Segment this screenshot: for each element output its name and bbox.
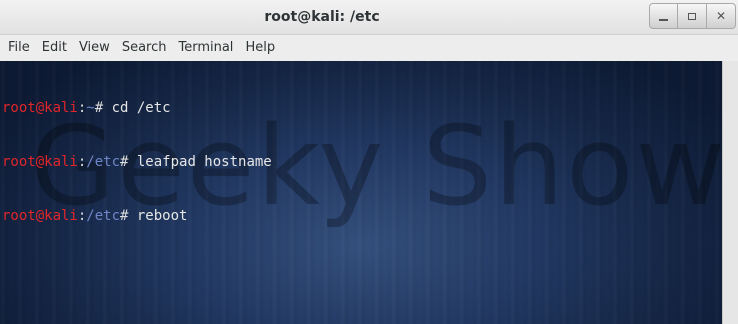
- minimize-button[interactable]: [649, 3, 678, 29]
- minimize-icon: [659, 19, 668, 21]
- terminal-window: root@kali: /etc ✕ File Edit View Search …: [0, 0, 738, 324]
- terminal-line: root@kali:~# cd /etc: [2, 99, 272, 117]
- menu-bar: File Edit View Search Terminal Help: [0, 35, 738, 61]
- close-button[interactable]: ✕: [707, 3, 736, 29]
- command-text: leafpad hostname: [136, 154, 272, 170]
- vertical-scrollbar[interactable]: [722, 61, 738, 324]
- menu-file[interactable]: File: [2, 35, 36, 61]
- menu-terminal[interactable]: Terminal: [172, 35, 239, 61]
- prompt-path: /etc: [86, 208, 121, 224]
- prompt-user: root@kali: [2, 100, 78, 116]
- prompt-path: /etc: [86, 154, 121, 170]
- prompt-user: root@kali: [2, 208, 78, 224]
- menu-help[interactable]: Help: [239, 35, 281, 61]
- prompt-user: root@kali: [2, 154, 78, 170]
- prompt-symbol: #: [120, 208, 137, 224]
- window-controls: ✕: [649, 3, 736, 29]
- terminal-lines: root@kali:~# cd /etc root@kali:/etc# lea…: [2, 63, 272, 261]
- menu-search[interactable]: Search: [116, 35, 173, 61]
- prompt-symbol: #: [120, 154, 137, 170]
- terminal-output[interactable]: Geeky Show root@kali:~# cd /etc root@kal…: [0, 61, 722, 324]
- prompt-symbol: #: [94, 100, 112, 116]
- command-text: cd /etc: [111, 100, 171, 116]
- terminal-line: root@kali:/etc# leafpad hostname: [2, 153, 272, 171]
- maximize-button[interactable]: [678, 3, 707, 29]
- prompt-path: ~: [86, 100, 95, 116]
- command-text: reboot: [136, 208, 188, 224]
- menu-edit[interactable]: Edit: [36, 35, 73, 61]
- close-icon: ✕: [715, 9, 727, 23]
- terminal-line: root@kali:/etc# reboot: [2, 207, 272, 225]
- window-title: root@kali: /etc: [264, 9, 380, 25]
- maximize-icon: [688, 12, 696, 20]
- menu-view[interactable]: View: [73, 35, 116, 61]
- title-bar[interactable]: root@kali: /etc ✕: [0, 0, 738, 35]
